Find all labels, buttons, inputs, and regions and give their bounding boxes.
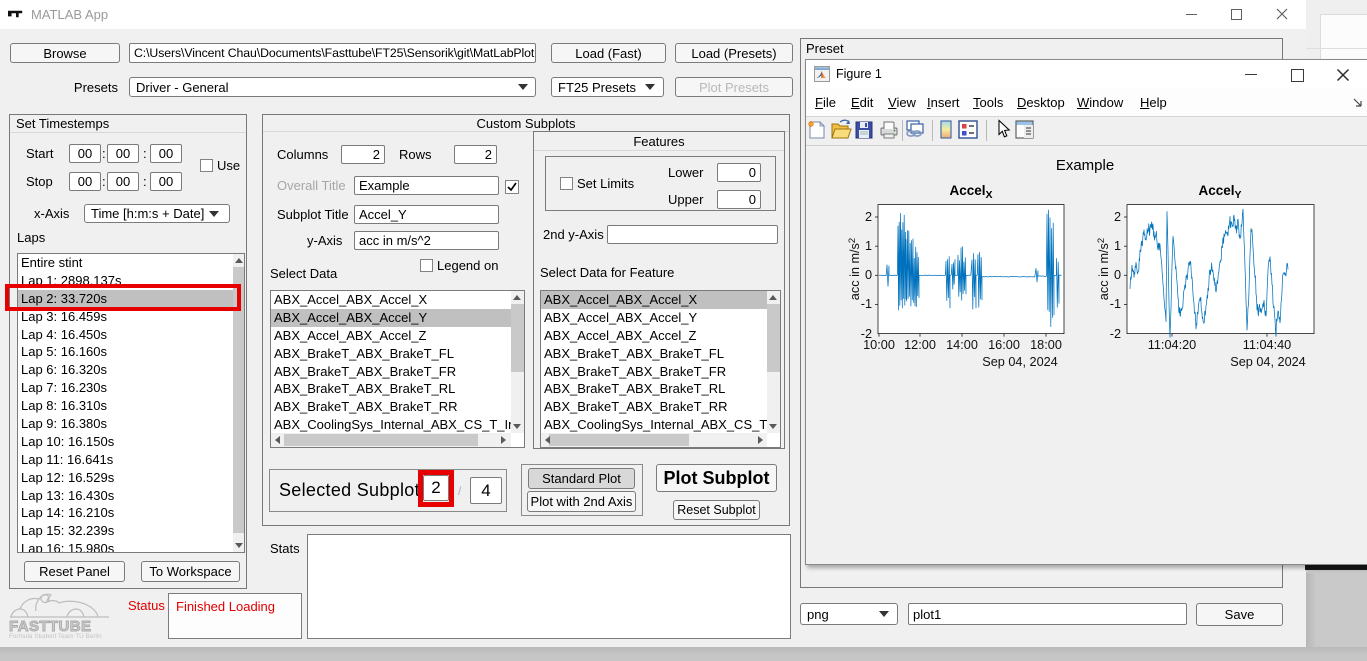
svg-text:-1: -1 <box>861 297 872 311</box>
svg-text:acc in m/s2: acc in m/s2 <box>1096 238 1111 300</box>
svg-text:2: 2 <box>1114 210 1121 224</box>
svg-text:11:04:20: 11:04:20 <box>1148 338 1196 352</box>
svg-text:acc in m/s2: acc in m/s2 <box>847 238 862 300</box>
svg-text:2: 2 <box>865 210 872 224</box>
svg-text:1: 1 <box>865 239 872 253</box>
svg-text:14:00: 14:00 <box>946 338 978 352</box>
svg-text:-1: -1 <box>1110 297 1121 311</box>
svg-text:12:00: 12:00 <box>904 338 936 352</box>
svg-text:-2: -2 <box>1110 327 1121 341</box>
svg-text:Sep 04, 2024: Sep 04, 2024 <box>982 355 1058 369</box>
svg-text:AccelX: AccelX <box>949 183 992 201</box>
svg-text:0: 0 <box>1114 268 1121 282</box>
svg-text:10:00: 10:00 <box>863 338 895 352</box>
svg-text:Sep 04, 2024: Sep 04, 2024 <box>1230 355 1306 369</box>
svg-text:11:04:40: 11:04:40 <box>1243 338 1291 352</box>
svg-text:Formula Student Team TU Berlin: Formula Student Team TU Berlin <box>9 633 102 639</box>
svg-text:1: 1 <box>1114 239 1121 253</box>
svg-text:18:00: 18:00 <box>1030 338 1062 352</box>
svg-text:Example: Example <box>1056 157 1114 174</box>
svg-text:AccelY: AccelY <box>1198 183 1241 201</box>
svg-text:0: 0 <box>865 268 872 282</box>
svg-text:16:00: 16:00 <box>988 338 1020 352</box>
